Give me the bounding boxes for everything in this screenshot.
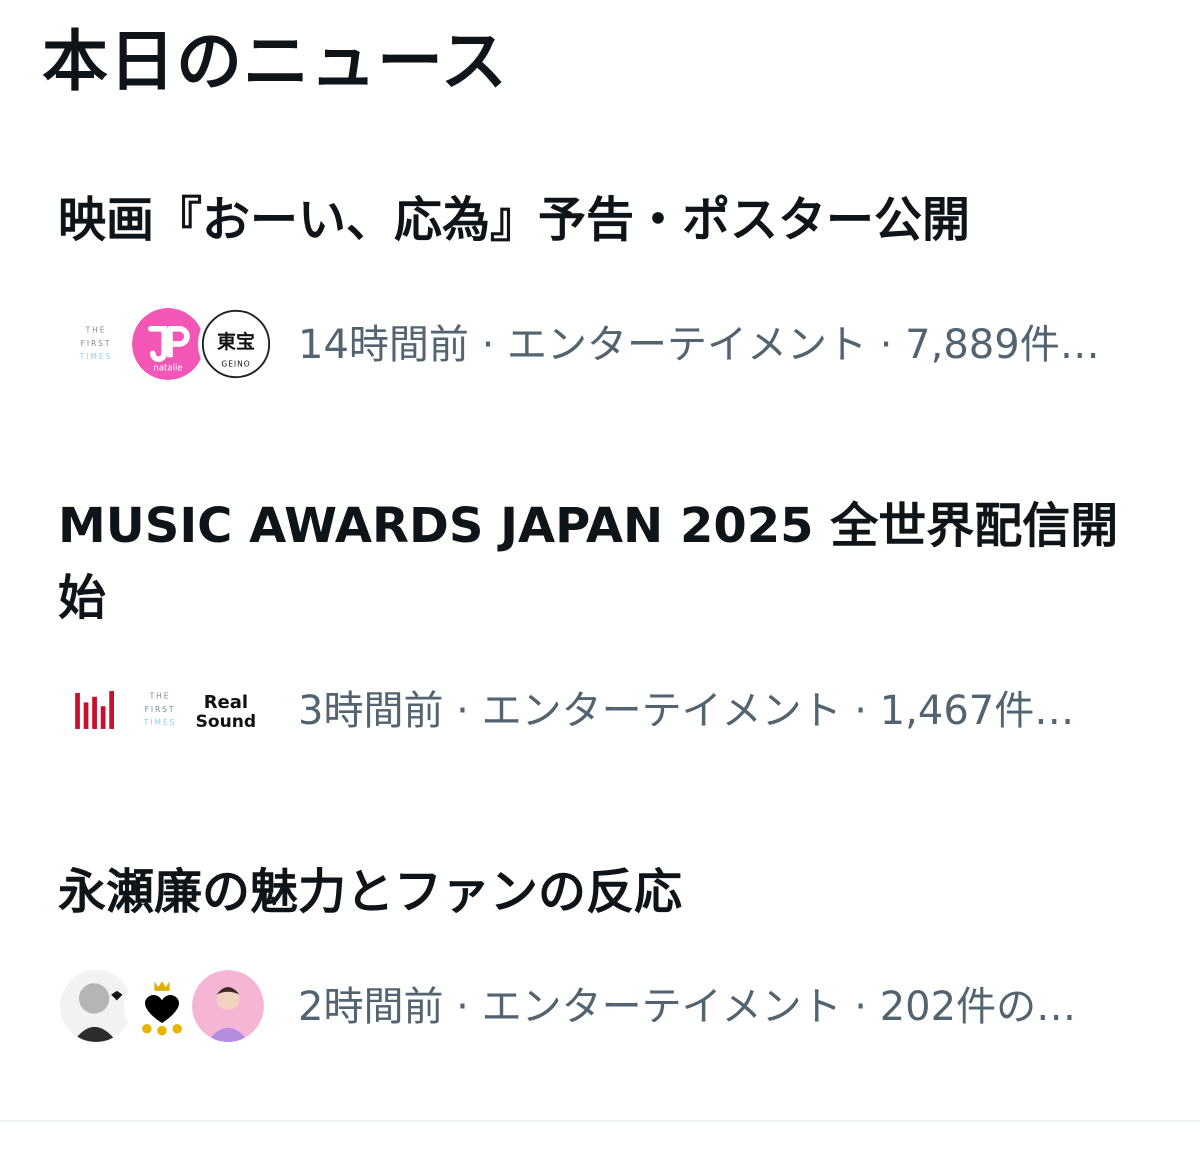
svg-text:TIMES: TIMES xyxy=(143,718,176,727)
source-avatars: THE FIRST TIMES natalie 東宝 GEINO xyxy=(58,304,278,384)
svg-text:Sound: Sound xyxy=(196,712,256,732)
svg-text:THE: THE xyxy=(149,692,171,701)
section-divider xyxy=(0,1120,1200,1122)
news-meta: 3時間前 · エンターテイメント · 1,467件… xyxy=(298,688,1075,734)
source-avatars: THE FIRST TIMES Real Sound xyxy=(58,670,278,750)
news-meta-row: THE FIRST TIMES natalie 東宝 GEINO 14時間前 ·… xyxy=(0,304,1200,384)
section-title: 本日のニュース xyxy=(42,23,508,100)
toho-geino-logo-icon: 東宝 GEINO xyxy=(198,306,274,382)
user-avatar-sketch-icon xyxy=(58,968,134,1044)
news-headline[interactable]: 映画『おーい、応為』予告・ポスター公開 xyxy=(58,184,1148,256)
news-meta: 2時間前 · エンターテイメント · 202件の… xyxy=(298,984,1077,1030)
news-item[interactable]: 永瀬廉の魅力とファンの反応 2時間前 · エンターテイメント · 202件の… xyxy=(0,850,1200,1070)
the-first-times-logo-icon: THE FIRST TIMES xyxy=(58,306,134,382)
news-headline[interactable]: MUSIC AWARDS JAPAN 2025 全世界配信開始 xyxy=(58,490,1148,634)
news-item[interactable]: 映画『おーい、応為』予告・ポスター公開 THE FIRST TIMES nata… xyxy=(0,180,1200,400)
svg-text:FIRST: FIRST xyxy=(145,705,176,714)
svg-text:Real: Real xyxy=(204,692,248,713)
user-avatar-black-heart-icon xyxy=(124,968,200,1044)
the-first-times-text-line: FIRST xyxy=(81,339,112,348)
user-avatar-photo-icon xyxy=(190,968,266,1044)
news-item[interactable]: MUSIC AWARDS JAPAN 2025 全世界配信開始 THE FIRS… xyxy=(0,490,1200,770)
news-meta-row: 2時間前 · エンターテイメント · 202件の… xyxy=(0,966,1200,1046)
svg-text:東宝: 東宝 xyxy=(217,330,255,353)
news-meta: 14時間前 · エンターテイメント · 7,889件… xyxy=(298,322,1100,368)
news-meta-row: THE FIRST TIMES Real Sound 3時間前 · エンターテイ… xyxy=(0,670,1200,750)
real-sound-logo-icon: Real Sound xyxy=(186,672,262,748)
natalie-logo-icon: natalie xyxy=(130,306,206,382)
svg-text:natalie: natalie xyxy=(153,364,182,374)
source-avatars xyxy=(58,966,278,1046)
news-headline[interactable]: 永瀬廉の魅力とファンの反応 xyxy=(58,856,1148,928)
the-first-times-text-line: THE xyxy=(85,326,107,335)
svg-text:GEINO: GEINO xyxy=(221,360,250,369)
the-first-times-text-line: TIMES xyxy=(79,352,112,361)
